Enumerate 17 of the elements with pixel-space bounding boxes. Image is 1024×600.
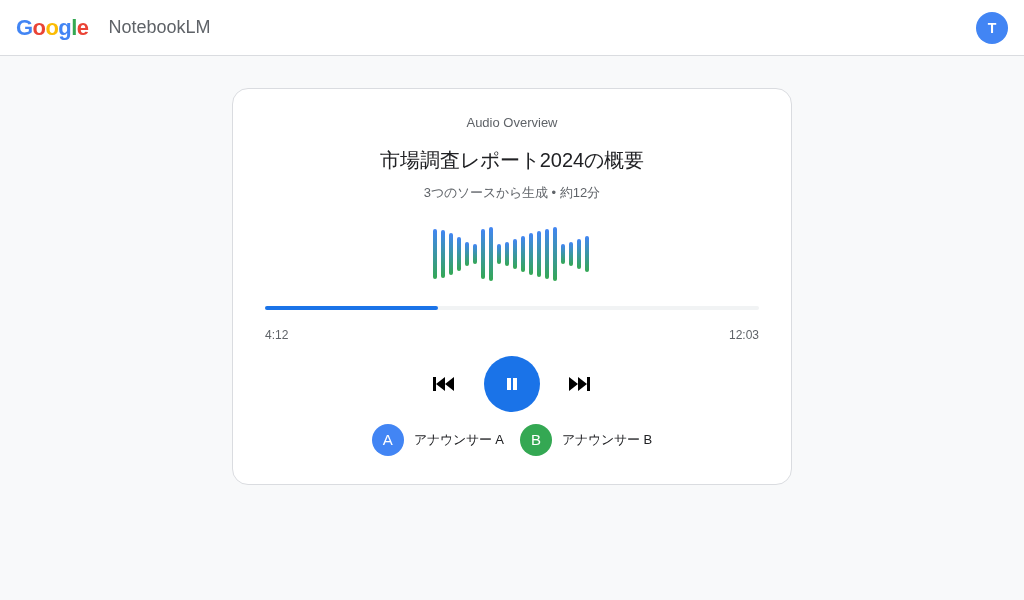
user-avatar[interactable]: T <box>976 11 1008 44</box>
product-name: NotebookLM <box>108 16 211 39</box>
audio-title: 市場調査レポート2024の概要 <box>379 147 645 173</box>
speaker-name: アナウンサー A <box>413 431 504 450</box>
speaker-name: アナウンサー B <box>562 431 653 450</box>
skip-back-icon <box>433 377 455 391</box>
speaker-avatar: B <box>520 424 552 456</box>
google-logo: Google <box>16 14 89 42</box>
pause-icon <box>506 378 518 390</box>
elapsed-time: 4:12 <box>265 327 289 344</box>
skip-forward-icon <box>569 377 591 391</box>
progress-track[interactable] <box>265 306 759 310</box>
pause-button[interactable] <box>484 356 540 412</box>
total-time: 12:03 <box>728 327 759 344</box>
card-label: Audio Overview <box>466 114 558 132</box>
speaker-avatar: A <box>371 424 404 456</box>
audio-subtitle: 3つのソースから生成 • 約12分 <box>423 183 601 202</box>
